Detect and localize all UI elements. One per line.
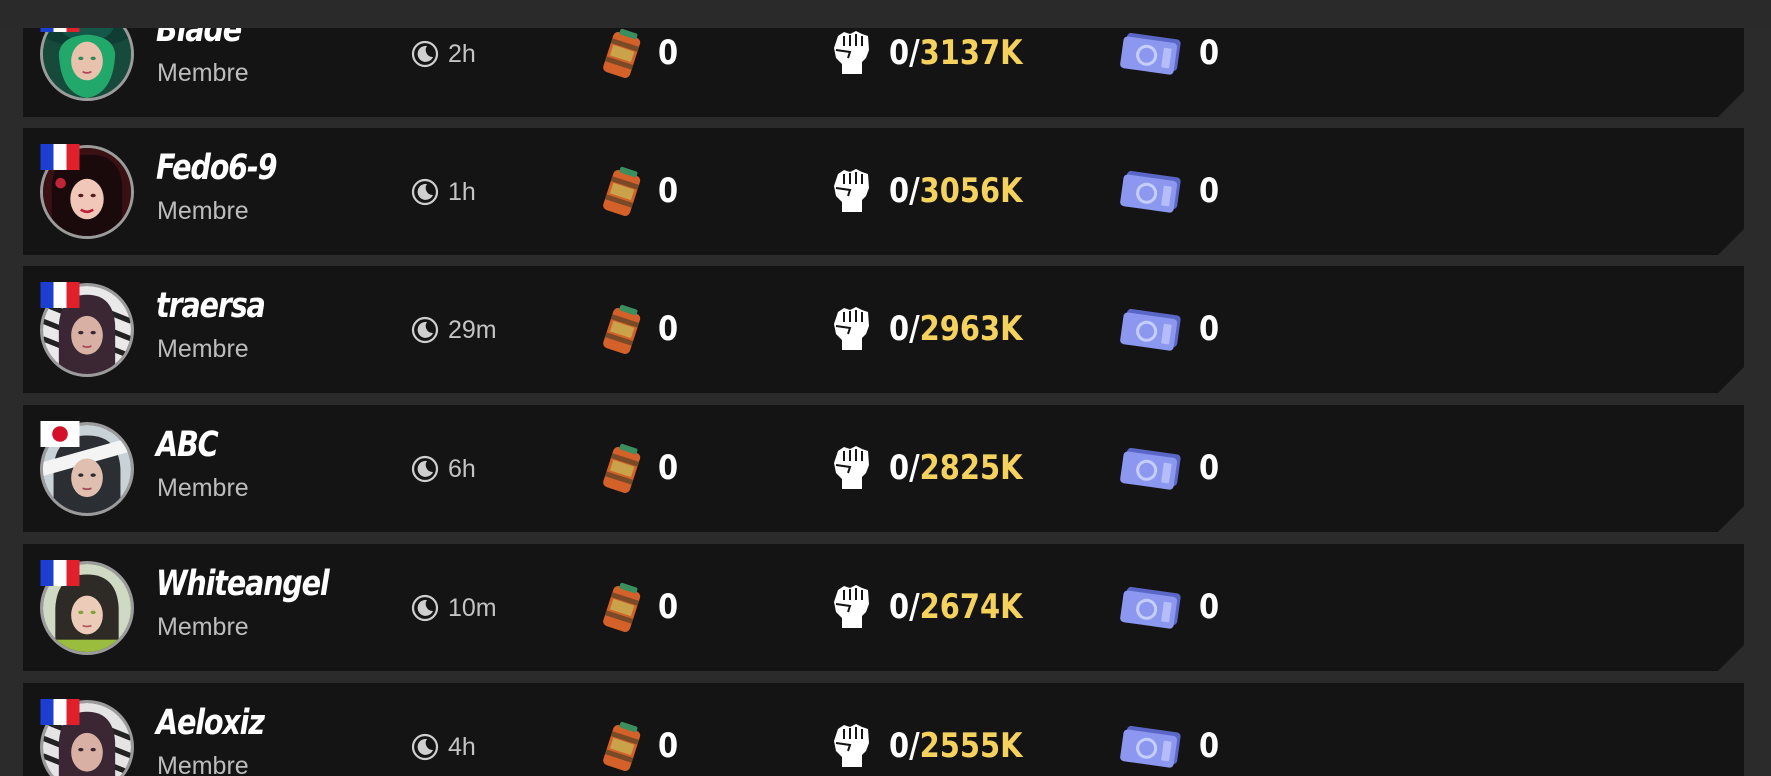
tickets-value: 0 [1199,726,1220,766]
moon-clock-icon [411,594,439,622]
power-value: 0/2555K [889,726,1023,766]
tickets-value: 0 [1199,33,1220,73]
fuel-barrel-icon [597,582,647,634]
fist-icon [828,578,874,632]
power-value: 0/3056K [889,171,1023,211]
member-row[interactable]: Whiteangel Membre 10m 0 0/2674K 0 [23,544,1744,671]
member-role: Membre [157,613,249,641]
moon-clock-icon [411,733,439,761]
member-role: Membre [157,752,249,776]
fuel-value: 0 [658,726,679,766]
fuel-barrel-icon [597,721,647,773]
tickets-value: 0 [1199,309,1220,349]
moon-clock-icon [411,40,439,68]
top-bar [0,0,1771,28]
power-value: 0/2825K [889,448,1023,488]
member-row[interactable]: traersa Membre 29m 0 0/2963K 0 [23,266,1744,393]
member-name: Whiteangel [156,564,329,604]
member-list: Blade Membre 2h 0 0/3137K 0 Fedo6-9 Memb… [0,0,1771,776]
power-value: 0/3137K [889,33,1023,73]
fist-icon [828,439,874,493]
ticket-icon [1119,306,1185,352]
power-max: 2674K [919,587,1023,627]
last-active-time: 4h [448,733,476,761]
ticket-icon [1119,723,1185,769]
member-role: Membre [157,59,249,87]
last-active-time: 1h [448,178,476,206]
japan-flag-icon [40,421,80,447]
power-value: 0/2963K [889,309,1023,349]
last-active-time: 10m [448,594,497,622]
last-active-time: 2h [448,40,476,68]
member-row[interactable]: Aeloxiz Membre 4h 0 0/2555K 0 [23,683,1744,776]
member-role: Membre [157,474,249,502]
fuel-value: 0 [658,309,679,349]
ticket-icon [1119,30,1185,76]
fuel-value: 0 [658,448,679,488]
power-value: 0/2674K [889,587,1023,627]
fist-icon [828,300,874,354]
ticket-icon [1119,168,1185,214]
fuel-value: 0 [658,587,679,627]
member-role: Membre [157,335,249,363]
tickets-value: 0 [1199,171,1220,211]
moon-clock-icon [411,455,439,483]
ticket-icon [1119,445,1185,491]
fuel-barrel-icon [597,443,647,495]
tickets-value: 0 [1199,587,1220,627]
fist-icon [828,717,874,771]
fuel-value: 0 [658,171,679,211]
power-max: 2825K [919,448,1023,488]
france-flag-icon [40,282,80,308]
ticket-icon [1119,584,1185,630]
fuel-value: 0 [658,33,679,73]
france-flag-icon [40,560,80,586]
fist-icon [828,24,874,78]
tickets-value: 0 [1199,448,1220,488]
power-max: 3056K [919,171,1023,211]
fuel-barrel-icon [597,166,647,218]
last-active-time: 29m [448,316,497,344]
fuel-barrel-icon [597,28,647,80]
moon-clock-icon [411,178,439,206]
fist-icon [828,162,874,216]
fuel-barrel-icon [597,304,647,356]
power-max: 3137K [919,33,1023,73]
member-name: Fedo6-9 [156,148,277,188]
member-name: traersa [156,286,265,326]
moon-clock-icon [411,316,439,344]
member-role: Membre [157,197,249,225]
france-flag-icon [40,699,80,725]
last-active-time: 6h [448,455,476,483]
power-max: 2963K [919,309,1023,349]
member-name: Aeloxiz [156,703,265,743]
france-flag-icon [40,144,80,170]
member-name: ABC [156,425,218,465]
member-row[interactable]: Fedo6-9 Membre 1h 0 0/3056K 0 [23,128,1744,255]
power-max: 2555K [919,726,1023,766]
member-row[interactable]: ABC Membre 6h 0 0/2825K 0 [23,405,1744,532]
